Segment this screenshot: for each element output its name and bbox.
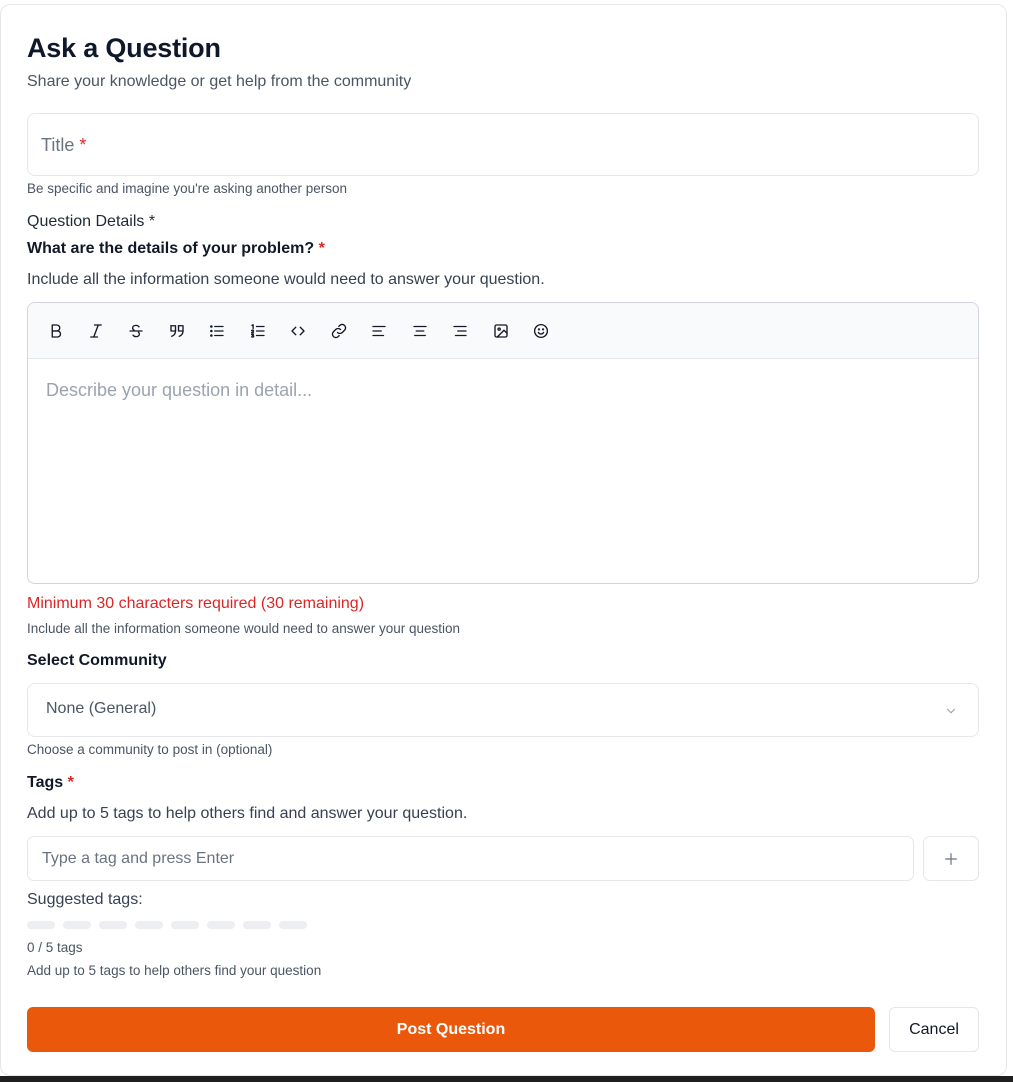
link-icon[interactable] bbox=[328, 320, 350, 342]
community-selected-value: None (General) bbox=[46, 700, 157, 717]
post-question-button[interactable]: Post Question bbox=[27, 1007, 875, 1052]
title-hint: Be specific and imagine you're asking an… bbox=[27, 181, 348, 196]
emoji-icon[interactable] bbox=[530, 320, 552, 342]
code-icon[interactable] bbox=[287, 320, 309, 342]
title-placeholder: Title * bbox=[41, 135, 87, 155]
add-tag-button[interactable] bbox=[923, 836, 979, 881]
suggested-tag-placeholder bbox=[279, 921, 307, 929]
ordered-list-icon[interactable] bbox=[247, 320, 269, 342]
character-count-error: Minimum 30 characters required (30 remai… bbox=[27, 595, 365, 612]
chevron-down-icon bbox=[946, 708, 956, 714]
rich-text-editor[interactable]: Describe your question in detail... bbox=[27, 302, 979, 584]
details-question-label: What are the details of your problem? * bbox=[27, 240, 325, 257]
community-select[interactable]: None (General) bbox=[27, 683, 979, 737]
suggested-tag-placeholder bbox=[63, 921, 91, 929]
plus-icon bbox=[945, 852, 957, 865]
tags-label: Tags * bbox=[27, 774, 74, 791]
tag-count: 0 / 5 tags bbox=[27, 940, 83, 955]
align-left-icon[interactable] bbox=[368, 320, 390, 342]
align-right-icon[interactable] bbox=[449, 320, 471, 342]
quote-icon[interactable] bbox=[166, 320, 188, 342]
title-input[interactable]: Title * bbox=[27, 113, 979, 176]
suggested-tag-placeholder bbox=[243, 921, 271, 929]
align-center-icon[interactable] bbox=[409, 320, 431, 342]
suggested-tag-placeholder bbox=[135, 921, 163, 929]
cancel-button[interactable]: Cancel bbox=[889, 1007, 979, 1052]
suggested-tag-placeholder bbox=[171, 921, 199, 929]
page-title: Ask a Question bbox=[27, 33, 221, 63]
italic-icon[interactable] bbox=[85, 320, 107, 342]
suggested-tag-placeholder bbox=[207, 921, 235, 929]
required-mark: * bbox=[79, 135, 87, 155]
tag-input-placeholder: Type a tag and press Enter bbox=[42, 850, 235, 867]
image-icon[interactable] bbox=[490, 320, 512, 342]
editor-toolbar bbox=[28, 303, 978, 359]
bullet-list-icon[interactable] bbox=[206, 320, 228, 342]
page-subtitle: Share your knowledge or get help from th… bbox=[27, 73, 412, 90]
bold-icon[interactable] bbox=[45, 320, 67, 342]
question-details-label: Question Details * bbox=[27, 213, 156, 230]
strikethrough-icon[interactable] bbox=[125, 320, 147, 342]
bottom-bar bbox=[0, 1076, 1013, 1082]
community-label: Select Community bbox=[27, 652, 167, 669]
required-mark: * bbox=[318, 240, 325, 257]
tag-input[interactable]: Type a tag and press Enter bbox=[27, 836, 914, 881]
tags-description: Add up to 5 tags to help others find and… bbox=[27, 805, 468, 822]
suggested-tag-placeholder bbox=[27, 921, 55, 929]
suggested-tag-placeholder bbox=[99, 921, 127, 929]
details-description: Include all the information someone woul… bbox=[27, 271, 545, 288]
details-hint: Include all the information someone woul… bbox=[27, 621, 461, 636]
suggested-tags-label: Suggested tags: bbox=[27, 891, 143, 908]
editor-placeholder: Describe your question in detail... bbox=[46, 380, 313, 400]
required-mark: * bbox=[67, 774, 74, 791]
tags-hint: Add up to 5 tags to help others find you… bbox=[27, 963, 322, 978]
community-hint: Choose a community to post in (optional) bbox=[27, 742, 273, 757]
